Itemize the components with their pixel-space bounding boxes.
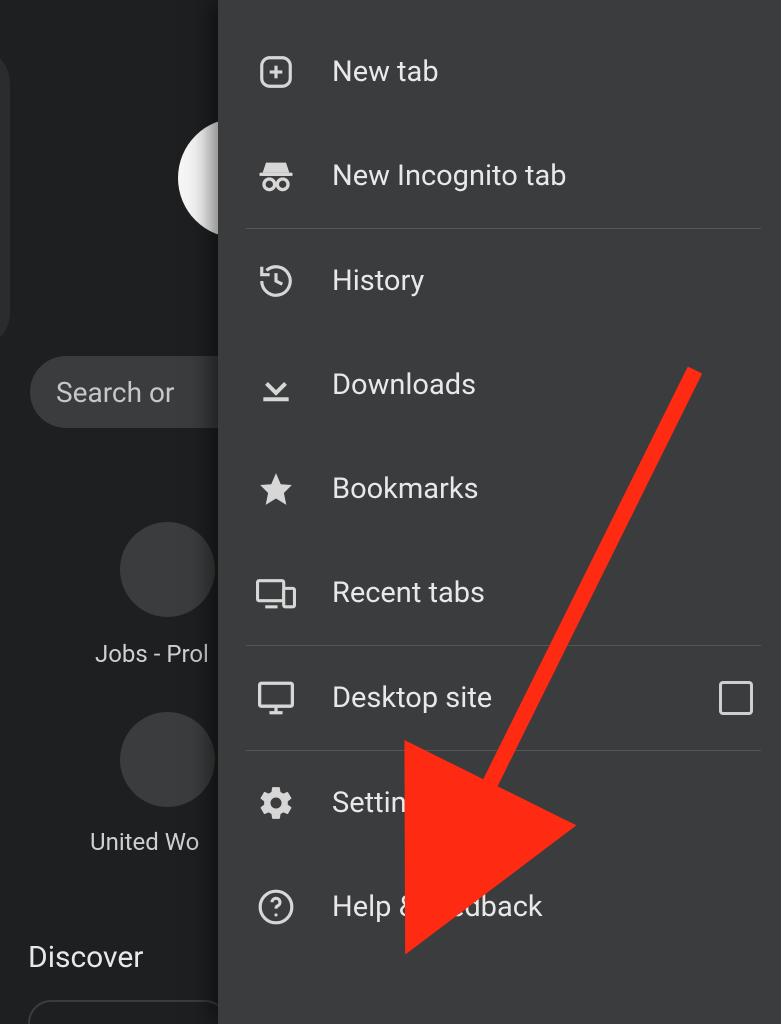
incognito-icon xyxy=(256,156,296,196)
recent-tabs-icon xyxy=(256,573,296,613)
menu-item-label: New Incognito tab xyxy=(332,159,753,193)
history-icon xyxy=(256,261,296,301)
menu-item-recent-tabs[interactable]: Recent tabs xyxy=(218,541,781,645)
menu-item-new-tab[interactable]: New tab xyxy=(218,20,781,124)
menu-item-desktop-site[interactable]: Desktop site xyxy=(218,646,781,750)
search-placeholder: Search or xyxy=(56,376,174,409)
gear-icon xyxy=(256,783,296,823)
menu-item-label: Settings xyxy=(332,786,753,820)
desktop-site-checkbox[interactable] xyxy=(719,681,753,715)
download-icon xyxy=(256,365,296,405)
menu-item-help-feedback[interactable]: Help & feedback xyxy=(218,855,781,959)
menu-item-label: Bookmarks xyxy=(332,472,753,506)
shortcut-chip[interactable] xyxy=(120,522,215,617)
menu-item-label: New tab xyxy=(332,55,753,89)
menu-item-settings[interactable]: Settings xyxy=(218,751,781,855)
star-icon xyxy=(256,469,296,509)
menu-item-label: History xyxy=(332,264,753,298)
menu-item-label: Desktop site xyxy=(332,681,683,715)
menu-item-bookmarks[interactable]: Bookmarks xyxy=(218,437,781,541)
overflow-menu: New tab New Incognito tab History xyxy=(218,0,781,1024)
discover-heading: Discover xyxy=(28,940,143,975)
menu-item-label: Downloads xyxy=(332,368,753,402)
menu-item-new-incognito-tab[interactable]: New Incognito tab xyxy=(218,124,781,228)
help-icon xyxy=(256,887,296,927)
discover-card-peek xyxy=(28,1000,228,1024)
menu-item-label: Recent tabs xyxy=(332,576,753,610)
menu-item-label: Help & feedback xyxy=(332,890,753,924)
menu-item-history[interactable]: History xyxy=(218,229,781,333)
shortcut-chip[interactable] xyxy=(120,712,215,807)
desktop-icon xyxy=(256,678,296,718)
tab-switcher-pill xyxy=(0,48,10,348)
menu-item-downloads[interactable]: Downloads xyxy=(218,333,781,437)
plus-square-icon xyxy=(256,52,296,92)
